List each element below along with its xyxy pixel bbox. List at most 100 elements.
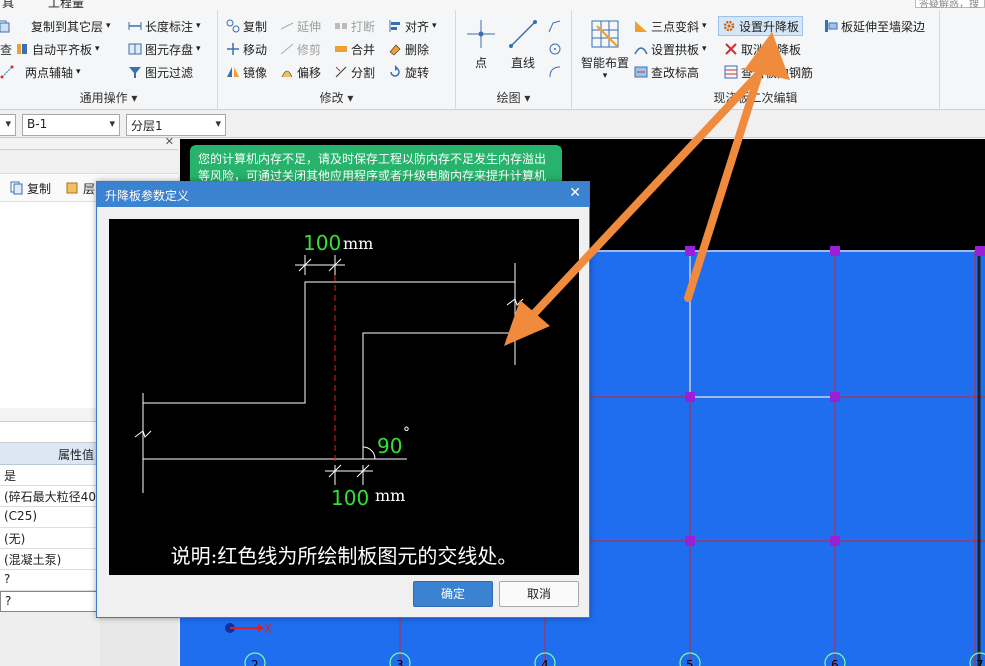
cancel-button[interactable]: 取消 [499, 581, 579, 607]
cancel-raise-lower-slab-button[interactable]: 取消升降板 [724, 39, 801, 59]
property-table-top [0, 408, 100, 422]
element-filter-button[interactable]: 图元过滤 [128, 62, 193, 82]
copy-doc-icon [10, 181, 24, 195]
mirror-button[interactable]: 镜像 [226, 62, 267, 82]
dim-bottom-unit: mm [375, 486, 405, 505]
gear-icon [722, 19, 736, 33]
rotate-icon [388, 65, 402, 79]
component-type-select[interactable] [0, 114, 16, 136]
close-icon[interactable]: ✕ [569, 185, 581, 201]
property-table-empty [0, 612, 100, 666]
break-button[interactable]: 打断 [334, 16, 375, 36]
copy-to-floor-button[interactable]: 复制到其它层 ▾ [0, 16, 111, 36]
group-title-general: 通用操作 ▾ [79, 91, 138, 105]
property-table-tabs [0, 422, 100, 443]
property-value-row[interactable]: (碎石最大粒径40 [0, 486, 100, 507]
break-icon [334, 19, 348, 33]
floor-selector-bar: B-1 分层1 [0, 111, 985, 138]
svg-text:X: X [264, 622, 272, 636]
copy-button[interactable]: 复制 [226, 16, 267, 36]
panel-tabbar [0, 150, 178, 174]
property-value-row[interactable]: (无) [0, 528, 100, 549]
group-slab-edit: 智能布置 ▾ 三点变斜 ▾ 设置升降板 板延伸至墙梁边 设置拱板 ▾ 取消升降板 查改… [572, 10, 940, 110]
axis-label: 3 [396, 658, 404, 666]
delete-button[interactable]: 删除 [388, 39, 429, 59]
angle-value: 90 [377, 434, 402, 458]
split-button[interactable]: 分割 [334, 62, 375, 82]
axis-icon [0, 65, 14, 79]
group-modify: 复制 延伸 打断 对齐 ▾ 移动 修剪 合并 删除 镜像 偏移 分割 旋转 修改… [218, 10, 456, 110]
angle-unit: ° [403, 425, 410, 441]
circle-draw-button[interactable] [548, 39, 562, 59]
group-title-draw: 绘图 ▾ [496, 91, 531, 105]
axis-label: 2 [251, 658, 259, 666]
property-value-row[interactable]: (混凝土泵) [0, 549, 100, 570]
ribbon: 复制到其它层 ▾ 长度标注 ▾ 查 自动平齐板 ▾ 图元存盘 ▾ 两点辅轴 ▾ 图元过滤 … [0, 10, 985, 110]
panel-layer-button[interactable]: 层 [66, 178, 95, 198]
trim-button[interactable]: 修剪 [280, 39, 321, 59]
rotate-button[interactable]: 旋转 [388, 62, 429, 82]
arc-draw-button[interactable] [548, 62, 562, 82]
menu-item-quantity[interactable]: 工程量 [48, 0, 84, 10]
property-value-row[interactable]: (C25) [0, 507, 100, 528]
extend-icon [280, 19, 294, 33]
split-icon [334, 65, 348, 79]
grid-layout-icon [589, 18, 621, 50]
copy-floor-icon [0, 19, 10, 33]
offset-icon [280, 65, 294, 79]
property-value-row[interactable]: ? [0, 591, 100, 612]
offset-button[interactable]: 偏移 [280, 62, 321, 82]
polyline-icon [548, 19, 562, 33]
axis-label: 4 [541, 658, 549, 666]
line-draw-button[interactable]: 直线 [498, 18, 548, 71]
set-arch-slab-button[interactable]: 设置拱板 ▾ [634, 39, 707, 59]
align-icon [388, 19, 402, 33]
coordinate-axis-icon: X [224, 618, 276, 641]
layer-select[interactable]: 分层1 [126, 114, 226, 136]
align-button[interactable]: 对齐 ▾ [388, 16, 437, 36]
two-point-axis-button[interactable]: 两点辅轴 ▾ [0, 62, 81, 82]
merge-icon [334, 42, 348, 56]
auto-flush-slab-button[interactable]: 查 自动平齐板 ▾ [0, 39, 100, 59]
eraser-icon [388, 42, 402, 56]
property-value-header: 属性值 [0, 443, 100, 465]
group-general: 复制到其它层 ▾ 长度标注 ▾ 查 自动平齐板 ▾ 图元存盘 ▾ 两点辅轴 ▾ 图元过滤 … [0, 10, 218, 110]
mirror-icon [226, 65, 240, 79]
save-element-icon [128, 42, 142, 56]
dim-top-value: 100 [303, 231, 341, 255]
slab-section-diagram: 100 mm 90 ° 100 mm 说明:红色线为所绘制板图元的交线处。 [134, 231, 524, 568]
polyline-draw-button[interactable] [548, 16, 562, 36]
move-icon [226, 42, 240, 56]
extend-slab-to-wall-button[interactable]: 板延伸至墙梁边 [824, 16, 925, 36]
menu-item-tools[interactable]: 具 [2, 0, 14, 10]
component-name-select[interactable]: B-1 [22, 114, 120, 136]
close-icon[interactable]: ✕ [165, 135, 174, 148]
element-save-button[interactable]: 图元存盘 ▾ [128, 39, 201, 59]
set-raise-lower-slab-button[interactable]: 设置升降板 [718, 16, 804, 36]
ok-button[interactable]: 确定 [413, 581, 493, 607]
elevation-icon [634, 65, 648, 79]
length-dimension-button[interactable]: 长度标注 ▾ [128, 16, 201, 36]
three-point-slope-button[interactable]: 三点变斜 ▾ [634, 16, 707, 36]
smart-layout-button[interactable]: 智能布置 ▾ [578, 18, 632, 81]
point-icon [465, 18, 497, 50]
extend-slab-icon [824, 19, 838, 33]
filter-icon [128, 65, 142, 79]
move-button[interactable]: 移动 [226, 39, 267, 59]
rebar-icon [724, 65, 738, 79]
extend-button[interactable]: 延伸 [280, 16, 321, 36]
cancel-x-icon [724, 42, 738, 56]
axis-label: 5 [686, 658, 694, 666]
line-icon [507, 18, 539, 50]
menu-bar: 具 工程量 答疑解惑，搜 [0, 0, 985, 10]
view-slab-rebar-button[interactable]: 查看板内钢筋 [724, 62, 813, 82]
dimension-icon [128, 19, 142, 33]
merge-button[interactable]: 合并 [334, 39, 375, 59]
panel-copy-button[interactable]: 复制 [10, 178, 51, 198]
property-value-row[interactable]: ? [0, 570, 100, 591]
help-search-input[interactable]: 答疑解惑，搜 [915, 0, 985, 10]
group-title-modify: 修改 ▾ [319, 91, 354, 105]
dim-bottom-value: 100 [331, 486, 369, 510]
property-value-row[interactable]: 是 [0, 465, 100, 486]
check-elevation-button[interactable]: 查改标高 [634, 62, 699, 82]
